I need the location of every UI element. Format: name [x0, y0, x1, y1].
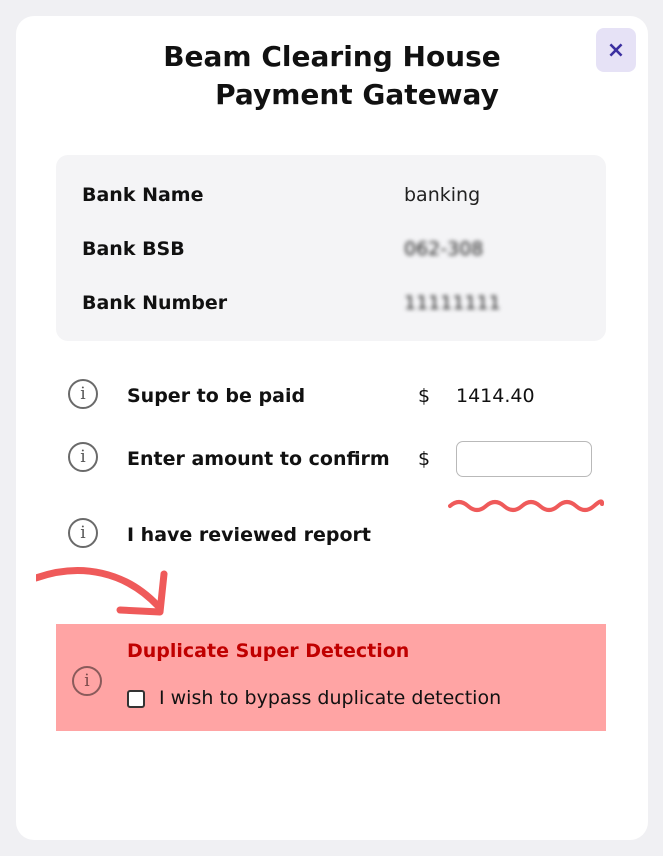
payment-gateway-dialog: × Beam Clearing House Payment Gateway Ba… — [16, 16, 648, 840]
confirm-amount-row: i Enter amount to confirm $ — [68, 439, 628, 479]
bank-bsb-label: Bank BSB — [82, 238, 185, 260]
bank-number-value: 11111111 — [404, 292, 501, 314]
reviewed-report-row: i I have reviewed report — [68, 515, 628, 555]
arrow-annotation-icon — [36, 567, 168, 616]
super-amount-value: 1414.40 — [456, 385, 535, 407]
super-to-be-paid-label: Super to be paid — [127, 385, 306, 407]
bypass-duplicate-label[interactable]: I wish to bypass duplicate detection — [159, 687, 501, 709]
super-to-be-paid-row: i Super to be paid $ 1414.40 — [68, 376, 628, 416]
bank-bsb-value: 062-308 — [404, 238, 484, 260]
bank-details-card: Bank Name banking Bank BSB 062-308 Bank … — [56, 155, 606, 341]
info-circle-icon[interactable]: i — [68, 379, 98, 409]
duplicate-detection-title: Duplicate Super Detection — [127, 640, 410, 662]
currency-symbol: $ — [418, 448, 431, 470]
bank-number-label: Bank Number — [82, 292, 228, 314]
info-circle-icon[interactable]: i — [68, 518, 98, 548]
title-line-2: Payment Gateway — [215, 78, 499, 111]
info-circle-icon[interactable]: i — [68, 442, 98, 472]
currency-symbol: $ — [418, 385, 431, 407]
duplicate-detection-panel: i Duplicate Super Detection I wish to by… — [56, 624, 606, 731]
title-line-1: Beam Clearing House — [163, 40, 501, 73]
reviewed-report-label: I have reviewed report — [127, 524, 371, 546]
bank-name-label: Bank Name — [82, 184, 204, 206]
bypass-duplicate-checkbox[interactable] — [127, 690, 145, 708]
bank-bsb-row: Bank BSB 062-308 — [82, 234, 582, 264]
bank-name-row: Bank Name banking — [82, 180, 582, 210]
dialog-title: Beam Clearing House Payment Gateway — [16, 38, 648, 114]
confirm-amount-input[interactable] — [456, 441, 592, 477]
bank-name-value: banking — [404, 184, 481, 206]
squiggle-underline-annotation — [448, 499, 604, 512]
info-circle-icon[interactable]: i — [72, 666, 102, 696]
confirm-amount-label: Enter amount to confirm — [127, 448, 390, 470]
bank-number-row: Bank Number 11111111 — [82, 288, 582, 318]
